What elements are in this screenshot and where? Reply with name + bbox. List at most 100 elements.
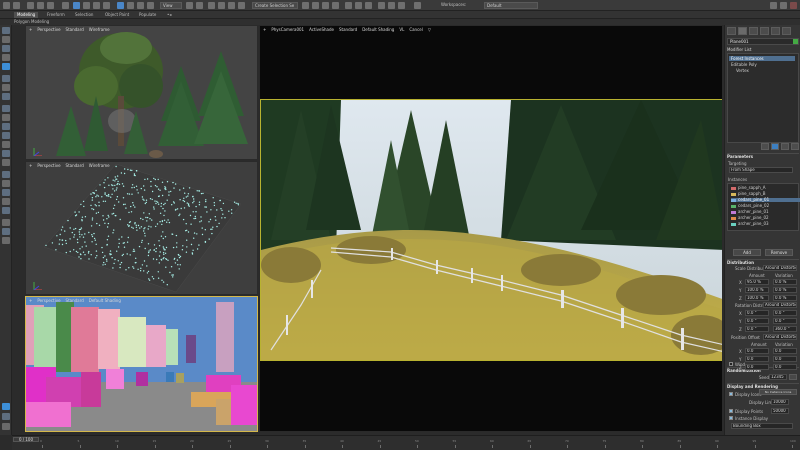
- placement-icon[interactable]: [147, 2, 154, 9]
- spacewarps-icon[interactable]: [2, 198, 10, 205]
- instance-display-checkbox[interactable]: [729, 416, 733, 420]
- hierarchy-tab-icon[interactable]: [749, 27, 758, 35]
- motion-tab-icon[interactable]: [760, 27, 769, 35]
- instance-item[interactable]: archer_pine_02: [731, 216, 800, 220]
- spinner-snap-icon[interactable]: [238, 2, 245, 9]
- viewport-bottom-left[interactable]: + Perspective Standard Default Shading: [25, 296, 258, 432]
- make-unique-icon[interactable]: [781, 143, 789, 150]
- position-amount-field[interactable]: 0.0: [745, 348, 769, 354]
- hierarchy-icon[interactable]: [2, 45, 10, 52]
- position-variation-field[interactable]: 0.0: [773, 356, 797, 362]
- selection-filter-icon[interactable]: [62, 2, 69, 9]
- sort-icon[interactable]: [2, 123, 10, 130]
- show-end-result-icon[interactable]: [771, 143, 779, 150]
- instance-item[interactable]: archer_pine_03: [731, 222, 800, 226]
- remove-instance-button[interactable]: Remove: [765, 249, 793, 256]
- align-icon[interactable]: [312, 2, 319, 9]
- stack-item-editable-poly[interactable]: Editable Poly: [731, 62, 757, 67]
- viewport-label[interactable]: + Perspective Standard Default Shading: [29, 298, 126, 303]
- link-icon[interactable]: [27, 2, 34, 9]
- xrefs-icon[interactable]: [2, 237, 10, 244]
- no-instance-icons-button[interactable]: No Instance Icons: [759, 389, 797, 395]
- tab-populate[interactable]: Populate: [136, 12, 159, 18]
- filter-icon[interactable]: [2, 132, 10, 139]
- viewport-layout-icon[interactable]: [2, 403, 10, 410]
- object-color-swatch[interactable]: [793, 39, 798, 44]
- ribbon-options-icon[interactable]: •◂: [164, 12, 174, 18]
- display-limit-field[interactable]: 10000: [771, 399, 789, 405]
- scale-distribution-dropdown[interactable]: Around Distortion: [763, 265, 797, 271]
- select-move-icon[interactable]: [117, 2, 124, 9]
- pivot-center-icon[interactable]: [186, 2, 193, 9]
- paint-select-icon[interactable]: [2, 93, 10, 100]
- viewport-label[interactable]: + Perspective Standard Wireframe: [29, 163, 115, 168]
- select-scale-icon[interactable]: [137, 2, 144, 9]
- motion-icon[interactable]: [2, 54, 10, 61]
- curve-editor-icon[interactable]: [345, 2, 352, 9]
- snaps-toggle-icon[interactable]: [208, 2, 215, 9]
- close-icon[interactable]: [790, 2, 797, 9]
- scale-variation-field[interactable]: 0.0 %: [773, 287, 797, 293]
- isolate-icon[interactable]: [2, 75, 10, 82]
- display-icon[interactable]: [2, 63, 10, 70]
- angle-snap-icon[interactable]: [218, 2, 225, 9]
- viewport-main-render[interactable]: + PhysCamera001 ActiveShade Standard Default…: [259, 25, 723, 432]
- ref-coord-dropdown[interactable]: View: [160, 2, 182, 9]
- scale-amount-field[interactable]: 100.0 %: [745, 295, 769, 301]
- object-name-field[interactable]: Plane001: [727, 38, 799, 45]
- modify-icon[interactable]: [2, 36, 10, 43]
- scale-variation-field[interactable]: 0.0 %: [773, 279, 797, 285]
- tab-object-paint[interactable]: Object Paint: [102, 12, 132, 18]
- containers-icon[interactable]: [2, 228, 10, 235]
- rotation-amount-field[interactable]: 0.0 °: [745, 318, 769, 324]
- viewport-top-left[interactable]: + Perspective Standard Wireframe: [25, 25, 258, 160]
- scale-amount-field[interactable]: 95.0 %: [745, 279, 769, 285]
- instance-item[interactable]: pine_sapph_B: [731, 192, 800, 196]
- time-slider[interactable]: 0 / 100: [13, 437, 39, 442]
- systems-icon[interactable]: [2, 207, 10, 214]
- percent-snap-icon[interactable]: [228, 2, 235, 9]
- wind-checkbox[interactable]: [729, 362, 733, 366]
- scale-variation-field[interactable]: 0.0 %: [773, 295, 797, 301]
- scale-amount-field[interactable]: 100.0 %: [745, 287, 769, 293]
- material-editor-icon[interactable]: [365, 2, 372, 9]
- stack-item-forest[interactable]: Forest Instances: [729, 56, 795, 61]
- helpers-icon[interactable]: [2, 189, 10, 196]
- render-production-icon[interactable]: [398, 2, 405, 9]
- instance-item[interactable]: cedars_pine_01: [731, 198, 800, 202]
- maximize-icon[interactable]: [780, 2, 787, 9]
- rendered-frame-window-icon[interactable]: [388, 2, 395, 9]
- tab-selection[interactable]: Selection: [72, 12, 96, 18]
- targeting-dropdown[interactable]: From Shape: [729, 167, 793, 173]
- rotation-amount-field[interactable]: 0.0 °: [745, 310, 769, 316]
- utilities-tab-icon[interactable]: [782, 27, 791, 35]
- seed-field[interactable]: 12345: [769, 374, 787, 380]
- hide-frozen-icon[interactable]: [2, 141, 10, 148]
- position-amount-field[interactable]: 0.0: [745, 364, 769, 370]
- viewport-label[interactable]: + PhysCamera001 ActiveShade Standard Default…: [263, 27, 436, 32]
- unlink-icon[interactable]: [37, 2, 44, 9]
- graphite-toolbox-icon[interactable]: [332, 2, 339, 9]
- timeline[interactable]: 0 / 100 0 5 10 15 20 25 30 35 40 45 50 55 60 65 70 75 80…: [12, 435, 800, 450]
- stack-item-vertex[interactable]: Vertex: [736, 68, 749, 73]
- rotation-amount-field[interactable]: 0.0 °: [745, 326, 769, 332]
- viewport-label[interactable]: + Perspective Standard Wireframe: [29, 27, 115, 32]
- new-seed-button[interactable]: [789, 374, 797, 380]
- shapes-icon[interactable]: [2, 180, 10, 187]
- scene-explorer-icon[interactable]: [2, 105, 10, 112]
- modify-tab-icon[interactable]: [738, 27, 747, 35]
- rotation-variation-field[interactable]: 0.0 °: [773, 318, 797, 324]
- parameters-rollout[interactable]: Parameters: [727, 153, 799, 159]
- position-variation-field[interactable]: 0.0: [773, 364, 797, 370]
- geometry-icon[interactable]: [2, 171, 10, 178]
- display-icons-checkbox[interactable]: [729, 392, 733, 396]
- select-rotate-icon[interactable]: [127, 2, 134, 9]
- create-tab-icon[interactable]: [727, 27, 736, 35]
- add-instance-button[interactable]: Add: [733, 249, 761, 256]
- lights-icon[interactable]: [2, 159, 10, 166]
- position-variation-field[interactable]: 0.0: [773, 348, 797, 354]
- position-amount-field[interactable]: 0.0: [745, 356, 769, 362]
- mirror-icon[interactable]: [302, 2, 309, 9]
- selection-lock-icon[interactable]: [2, 84, 10, 91]
- tab-freeform[interactable]: Freeform: [44, 12, 68, 18]
